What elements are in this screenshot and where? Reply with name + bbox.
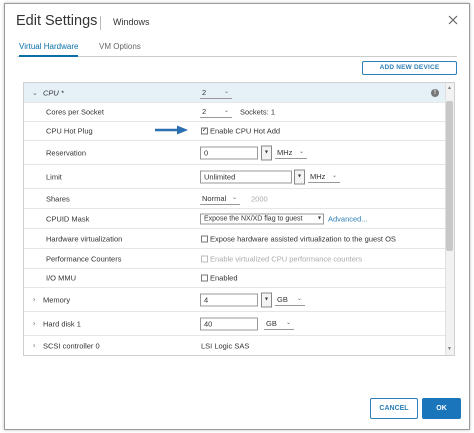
hwvirt-option: Expose hardware assisted virtualization … xyxy=(210,234,396,243)
dialog-subtitle: Windows xyxy=(113,17,150,27)
scroll-thumb[interactable] xyxy=(446,101,453,251)
hwvirt-checkbox[interactable] xyxy=(201,235,208,242)
cpu-count-value: 2 xyxy=(202,87,207,97)
hard-disk-row[interactable]: › Hard disk 1 40 GB ⌄ xyxy=(24,312,445,336)
memory-dropdown-button[interactable]: ▾ xyxy=(261,292,272,307)
iommu-row: I/O MMU Enabled xyxy=(24,269,445,288)
title-separator xyxy=(100,16,101,30)
reservation-label: Reservation xyxy=(46,148,87,157)
limit-dropdown-button[interactable]: ▾ xyxy=(294,169,305,184)
harddisk-unit-value: GB xyxy=(266,318,277,328)
chevron-down-icon: ⌄ xyxy=(296,295,302,302)
scroll-down-icon[interactable]: ▼ xyxy=(446,346,453,353)
dialog-title: Edit Settings xyxy=(16,13,98,29)
limit-label: Limit xyxy=(46,172,62,181)
iommu-option: Enabled xyxy=(210,273,238,283)
limit-unit-value: MHz xyxy=(310,171,326,181)
cpu-row[interactable]: ⌄ CPU * 2 ⌄ ! xyxy=(24,83,445,103)
edit-settings-dialog: Edit Settings Windows Virtual Hardware V… xyxy=(4,3,470,430)
chevron-down-icon: ⌄ xyxy=(331,172,337,179)
ok-button[interactable]: OK xyxy=(422,398,461,419)
limit-unit-select[interactable]: MHz ⌄ xyxy=(308,171,340,183)
hot-add-label: Enable CPU Hot Add xyxy=(210,126,281,136)
cpuid-value: Expose the NX/XD flag to guest xyxy=(204,215,303,222)
cpu-label: CPU * xyxy=(43,88,64,97)
chevron-down-icon: ⌄ xyxy=(231,194,237,201)
tab-virtual-hardware[interactable]: Virtual Hardware xyxy=(19,42,79,57)
shares-row: Shares Normal ⌄ 2000 xyxy=(24,189,445,209)
arrow-annotation-icon xyxy=(155,125,188,135)
scsi-label: SCSI controller 0 xyxy=(43,341,100,351)
scroll-up-icon[interactable]: ▲ xyxy=(446,85,453,92)
hot-add-checkbox[interactable]: ✓ xyxy=(201,127,208,135)
chevron-down-icon: ⌄ xyxy=(223,108,229,114)
reservation-dropdown-button[interactable]: ▾ xyxy=(261,145,272,160)
reservation-unit-value: MHz xyxy=(277,147,293,157)
reservation-unit-select[interactable]: MHz ⌄ xyxy=(275,147,307,159)
memory-row[interactable]: › Memory 4 ▾ GB ⌄ xyxy=(24,288,445,312)
info-icon[interactable]: ! xyxy=(431,88,439,97)
cores-per-socket-row: Cores per Socket 2 ⌄ Sockets: 1 xyxy=(24,103,445,122)
memory-label: Memory xyxy=(43,295,71,304)
hwvirt-label: Hardware virtualization xyxy=(46,234,123,243)
cpuid-select[interactable]: Expose the NX/XD flag to guest ▾ xyxy=(200,213,324,224)
shares-value: Normal xyxy=(202,193,227,203)
chevron-right-icon[interactable]: › xyxy=(33,320,35,327)
hardware-virtualization-row: Hardware virtualization Expose hardware … xyxy=(24,229,445,249)
close-icon[interactable] xyxy=(447,14,459,26)
hardware-list: ⌄ CPU * 2 ⌄ ! Cores per Socket 2 ⌄ Sockets… xyxy=(23,82,455,356)
reservation-row: Reservation 0 ▾ MHz ⌄ xyxy=(24,141,445,165)
iommu-checkbox[interactable] xyxy=(201,274,208,282)
memory-unit-value: GB xyxy=(277,294,288,304)
shares-number: 2000 xyxy=(251,194,268,203)
cores-label: Cores per Socket xyxy=(46,107,104,117)
harddisk-unit-select[interactable]: GB ⌄ xyxy=(264,318,294,330)
chevron-down-icon[interactable]: ⌄ xyxy=(32,89,38,97)
scsi-controller-row[interactable]: › SCSI controller 0 LSI Logic SAS xyxy=(24,336,445,355)
chevron-right-icon[interactable]: › xyxy=(33,343,35,350)
cores-value: 2 xyxy=(202,107,207,116)
chevron-down-icon: ⌄ xyxy=(298,148,304,155)
add-new-device-button[interactable]: ADD NEW DEVICE xyxy=(362,61,457,75)
cpuid-mask-row: CPUID Mask Expose the NX/XD flag to gues… xyxy=(24,209,445,229)
perf-option: Enable virtualized CPU performance count… xyxy=(210,254,363,263)
shares-label: Shares xyxy=(46,194,70,203)
hotplug-label: CPU Hot Plug xyxy=(46,126,93,136)
chevron-down-icon: ▾ xyxy=(317,215,321,221)
sockets-text: Sockets: 1 xyxy=(240,107,276,117)
scsi-value: LSI Logic SAS xyxy=(201,341,250,351)
perf-checkbox[interactable] xyxy=(201,255,208,262)
tab-vm-options[interactable]: VM Options xyxy=(99,42,141,55)
iommu-label: I/O MMU xyxy=(46,273,76,283)
shares-select[interactable]: Normal ⌄ xyxy=(200,193,240,205)
scrollbar[interactable]: ▲ ▼ xyxy=(445,83,454,355)
limit-row: Limit Unlimited ▾ MHz ⌄ xyxy=(24,165,445,189)
memory-unit-select[interactable]: GB ⌄ xyxy=(275,294,305,306)
cpu-count-select[interactable]: 2 ⌄ xyxy=(200,87,232,99)
perf-label: Performance Counters xyxy=(46,254,122,263)
performance-counters-row: Performance Counters Enable virtualized … xyxy=(24,249,445,269)
memory-input[interactable]: 4 xyxy=(200,293,258,306)
chevron-down-icon: ⌄ xyxy=(285,319,291,326)
cores-select[interactable]: 2 ⌄ xyxy=(200,106,232,118)
chevron-right-icon[interactable]: › xyxy=(33,296,35,303)
reservation-input[interactable]: 0 xyxy=(200,146,258,159)
chevron-down-icon: ⌄ xyxy=(223,88,229,95)
tab-bar: Virtual Hardware VM Options xyxy=(17,42,457,57)
limit-input[interactable]: Unlimited xyxy=(200,170,292,183)
advanced-link[interactable]: Advanced... xyxy=(328,214,368,223)
harddisk-label: Hard disk 1 xyxy=(43,319,81,328)
harddisk-input[interactable]: 40 xyxy=(200,317,258,330)
cpuid-label: CPUID Mask xyxy=(46,214,90,223)
cpu-hot-plug-row: CPU Hot Plug ✓ Enable CPU Hot Add xyxy=(24,122,445,141)
cancel-button[interactable]: CANCEL xyxy=(370,398,418,419)
